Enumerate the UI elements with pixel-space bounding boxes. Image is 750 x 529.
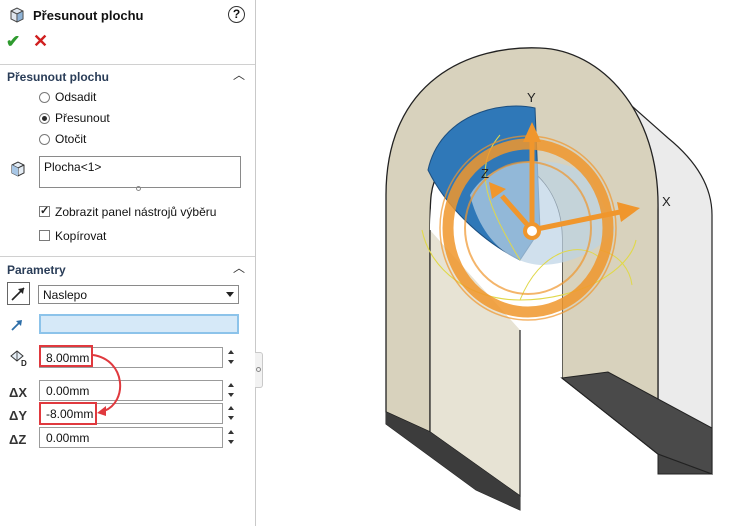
checkbox-show-toolbar-label: Zobrazit panel nástrojů výběru (55, 205, 217, 219)
direction-arrow-icon (11, 320, 22, 331)
axis-label-x: X (662, 194, 671, 209)
section-params-title: Parametry (7, 263, 66, 277)
axis-label-y: Y (527, 90, 536, 105)
divider (0, 64, 255, 65)
radio-circle[interactable] (39, 92, 50, 103)
radio-circle[interactable] (39, 134, 50, 145)
delta-x-label: ΔX (9, 385, 28, 400)
radio-odsadit-label: Odsadit (55, 90, 97, 104)
axis-label-z: Z (481, 166, 489, 181)
radio-otocit-label: Otočit (55, 132, 87, 146)
model-view[interactable]: Y X Z (262, 0, 750, 526)
svg-text:D: D (21, 359, 27, 368)
delta-z-spinner[interactable] (226, 427, 237, 448)
ok-button[interactable]: ✔ (6, 32, 20, 52)
checkbox-copy-label: Kopírovat (55, 229, 107, 243)
delta-x-input[interactable]: 0.00mm (39, 380, 223, 401)
checkbox-box[interactable] (39, 230, 50, 241)
callout-box-delta-y (39, 402, 97, 425)
face-selection-icon (11, 161, 25, 177)
distance-icon: D (10, 350, 27, 368)
section-move-title: Přesunout plochu (7, 70, 109, 84)
panel-title: Přesunout plochu (33, 8, 144, 23)
face-selection-list[interactable]: Plocha<1> (39, 156, 241, 188)
delta-z-input[interactable]: 0.00mm (39, 427, 223, 448)
delta-x-value: 0.00mm (46, 384, 90, 398)
list-resize-handle[interactable] (136, 186, 141, 191)
property-manager-panel: Přesunout plochu ? ✔ ✕ Přesunout plochu … (0, 0, 256, 526)
radio-presunout-label: Přesunout (55, 111, 110, 125)
delta-z-label: ΔZ (9, 432, 27, 447)
radio-circle-selected[interactable] (39, 113, 50, 124)
cancel-button[interactable]: ✕ (33, 31, 48, 52)
divider (0, 256, 255, 257)
delta-x-spinner[interactable] (226, 380, 237, 401)
direction-reference-field[interactable] (39, 314, 239, 334)
reverse-direction-button[interactable] (7, 282, 30, 305)
end-condition-value: Naslepo (43, 288, 88, 302)
distance-spinner[interactable] (226, 347, 237, 368)
delta-y-spinner[interactable] (226, 403, 237, 424)
panel-header: Přesunout plochu ? (0, 0, 255, 30)
delta-z-value: 0.00mm (46, 431, 90, 445)
checkbox-box-checked[interactable] (39, 204, 50, 217)
collapse-move-chevron-icon[interactable]: ︿ (233, 66, 245, 83)
end-condition-select[interactable]: Naslepo (38, 285, 239, 304)
action-row: ✔ ✕ (0, 30, 255, 54)
graphics-viewport[interactable]: Y X Z (262, 0, 750, 526)
chevron-down-icon[interactable] (226, 292, 234, 297)
selected-face-item[interactable]: Plocha<1> (44, 160, 101, 174)
move-face-icon (10, 7, 24, 23)
collapse-params-chevron-icon[interactable]: ︿ (233, 259, 245, 276)
help-icon[interactable]: ? (228, 6, 245, 23)
callout-box-distance (39, 345, 93, 367)
delta-y-label: ΔY (9, 408, 28, 423)
reverse-direction-icon (11, 287, 25, 301)
